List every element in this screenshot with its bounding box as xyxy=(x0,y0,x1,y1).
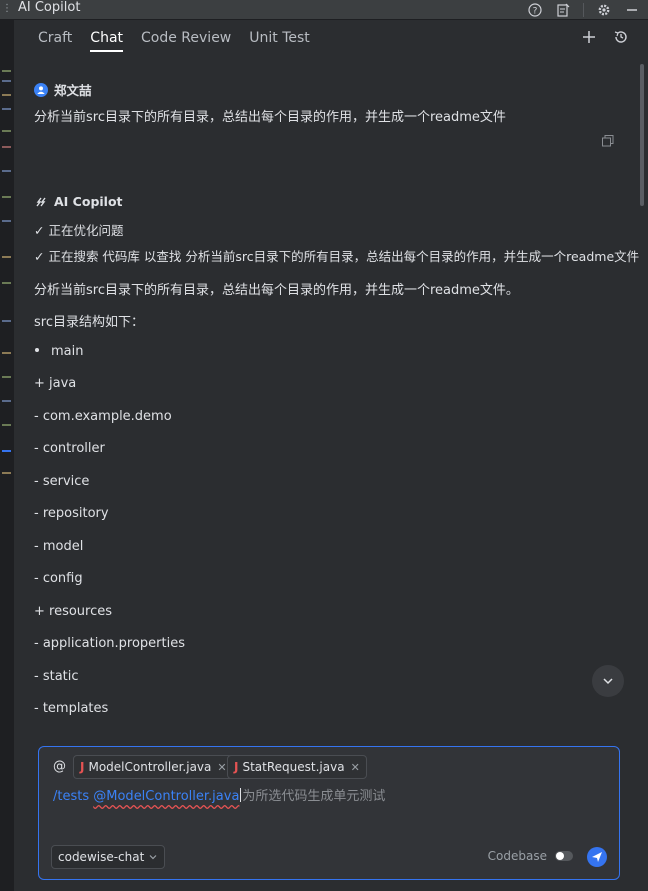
new-chat-plus-icon[interactable] xyxy=(580,28,598,46)
ai-step-optimize: ✓ 正在优化问题 xyxy=(34,223,124,238)
list-item: - templates xyxy=(34,701,109,716)
gear-icon[interactable] xyxy=(596,2,612,18)
model-select[interactable]: codewise-chat xyxy=(51,845,166,869)
close-icon[interactable]: ✕ xyxy=(351,761,360,774)
editor-gutter xyxy=(0,20,14,891)
slash-command: /tests xyxy=(53,789,90,804)
context-chip[interactable]: J StatRequest.java ✕ xyxy=(227,755,367,779)
list-item: - repository xyxy=(34,506,109,521)
ai-copilot-logo-icon xyxy=(34,195,48,209)
mention-at-button[interactable]: @ xyxy=(53,759,66,774)
bullet-dot xyxy=(35,348,39,352)
title-bar: ⋮ AI Copilot ? xyxy=(0,0,648,20)
list-item: + java xyxy=(34,376,77,391)
send-icon xyxy=(592,852,602,862)
svg-text:?: ? xyxy=(533,6,538,16)
mode-tabs: Craft Chat Code Review Unit Test xyxy=(38,30,310,52)
notes-icon[interactable] xyxy=(555,2,571,18)
list-item: + resources xyxy=(34,604,113,619)
list-item: - service xyxy=(34,474,90,489)
ai-step-search: ✓ 正在搜索 代码库 以查找 分析当前src目录下的所有目录，总结出每个目录的作… xyxy=(34,249,640,264)
ai-name: AI Copilot xyxy=(54,194,123,209)
chip-label: StatRequest.java xyxy=(242,760,345,774)
chip-label: ModelController.java xyxy=(88,760,212,774)
scroll-to-bottom-button[interactable] xyxy=(592,665,624,697)
history-icon[interactable] xyxy=(612,28,630,46)
copy-icon[interactable] xyxy=(602,135,614,147)
chat-actions xyxy=(580,28,630,46)
user-avatar-icon xyxy=(34,82,48,97)
list-item: - controller xyxy=(34,441,105,456)
title-bar-divider xyxy=(583,2,584,17)
prompt-text[interactable]: /tests @ModelController.java 为所选代码生成单元测试 xyxy=(53,785,385,804)
send-button[interactable] xyxy=(587,847,607,867)
context-chip[interactable]: J ModelController.java ✕ xyxy=(73,755,234,779)
chevron-down-icon xyxy=(149,855,157,860)
list-item: - static xyxy=(34,669,79,684)
bullet-text: main xyxy=(51,344,84,359)
tab-code-review[interactable]: Code Review xyxy=(141,30,231,52)
chat-input-box[interactable]: @ J ModelController.java ✕ J StatRequest… xyxy=(38,746,620,880)
tab-unit-test[interactable]: Unit Test xyxy=(249,30,310,52)
list-item: - model xyxy=(34,539,84,554)
user-name: 郑文喆 xyxy=(54,83,92,98)
title-bar-actions: ? xyxy=(527,0,640,19)
codebase-toggle[interactable] xyxy=(555,851,573,861)
tab-chat[interactable]: Chat xyxy=(90,30,124,52)
input-placeholder: 为所选代码生成单元测试 xyxy=(242,789,386,804)
list-item: - com.example.demo xyxy=(34,409,172,424)
list-item: - application.properties xyxy=(34,636,186,651)
codebase-toggle-group: Codebase xyxy=(488,849,573,863)
java-icon: J xyxy=(234,760,239,774)
bullet-item-main: main xyxy=(34,344,83,359)
user-message-text: 分析当前src目录下的所有目录，总结出每个目录的作用，并生成一个readme文件 xyxy=(34,110,506,125)
file-mention: @ModelController.java xyxy=(93,789,240,804)
window-title: AI Copilot xyxy=(18,0,81,15)
tab-craft[interactable]: Craft xyxy=(38,30,72,52)
ai-message-header: AI Copilot xyxy=(34,194,123,209)
minimize-icon[interactable] xyxy=(624,2,640,18)
close-icon[interactable]: ✕ xyxy=(217,761,226,774)
help-icon[interactable]: ? xyxy=(527,2,543,18)
structure-title: src目录结构如下： xyxy=(34,315,144,330)
user-message-header: 郑文喆 xyxy=(34,80,92,99)
chevron-down-icon xyxy=(603,678,613,685)
chat-scrollbar-thumb[interactable] xyxy=(640,64,644,206)
model-select-value: codewise-chat xyxy=(58,850,145,864)
codebase-label: Codebase xyxy=(487,849,547,863)
java-icon: J xyxy=(80,760,85,774)
more-vertical-icon[interactable]: ⋮ xyxy=(2,3,12,15)
ai-intro-text: 分析当前src目录下的所有目录，总结出每个目录的作用，并生成一个readme文件… xyxy=(34,283,519,298)
list-item: - config xyxy=(34,571,83,586)
